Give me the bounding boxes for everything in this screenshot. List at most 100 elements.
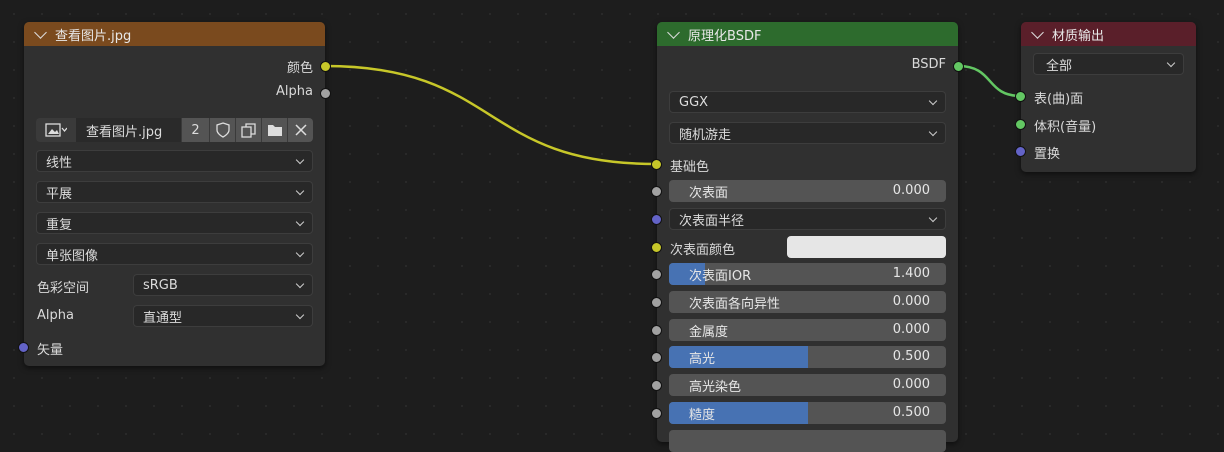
socket-alpha-output[interactable] (320, 88, 331, 99)
surface-input-label: 表(曲)面 (1034, 92, 1084, 107)
alpha-mode-dropdown[interactable]: 直通型 (133, 305, 313, 327)
subsurface-anisotropy-value: 0.000 (892, 294, 930, 309)
render-target-dropdown[interactable]: 全部 (1033, 53, 1184, 75)
subsurface-label: 次表面 (689, 185, 729, 201)
subsurface-anisotropy-label: 次表面各向异性 (689, 296, 781, 312)
unlink-image-button[interactable] (288, 118, 313, 142)
volume-input-label: 体积(音量) (1034, 120, 1097, 135)
render-target-value: 全部 (1046, 58, 1073, 74)
socket-color-output[interactable] (320, 61, 331, 72)
socket-base-color-input[interactable] (651, 159, 662, 170)
color-space-label: 色彩空间 (37, 281, 90, 296)
chevron-down-icon (295, 155, 305, 165)
chevron-down-icon (928, 127, 938, 137)
socket-vector-input[interactable] (18, 342, 29, 353)
chevron-down-icon (928, 96, 938, 106)
subsurface-radius-label: 次表面半径 (679, 213, 745, 229)
distribution-value: GGX (679, 94, 709, 110)
socket-subsurface-ior-input[interactable] (651, 269, 662, 280)
subsurface-color-label: 次表面颜色 (670, 243, 736, 258)
socket-surface-input[interactable] (1015, 91, 1026, 102)
subsurface-method-dropdown[interactable]: 随机游走 (669, 122, 946, 144)
socket-specular-input[interactable] (651, 352, 662, 363)
chevron-down-icon (295, 279, 305, 289)
specular-field[interactable]: 高光 0.500 (669, 346, 946, 368)
principled-bsdf-node[interactable]: 原理化BSDF BSDF GGX 随机游走 基础色 次表面 0.000 次表面半… (657, 22, 958, 452)
folder-icon (267, 125, 282, 136)
open-image-button[interactable] (262, 118, 288, 142)
next-property-field[interactable] (669, 430, 946, 452)
image-icon (44, 123, 67, 137)
specular-label: 高光 (689, 351, 716, 367)
image-selector[interactable]: 查看图片.jpg 2 (36, 118, 313, 142)
close-icon (294, 124, 307, 136)
socket-subsurface-radius-input[interactable] (651, 214, 662, 225)
socket-metallic-input[interactable] (651, 325, 662, 336)
material-output-node[interactable]: 材质输出 全部 表(曲)面 体积(音量) 置换 (1021, 22, 1196, 172)
subsurface-ior-label: 次表面IOR (689, 268, 752, 284)
socket-displacement-input[interactable] (1015, 146, 1026, 157)
socket-subsurface-anisotropy-input[interactable] (651, 297, 662, 308)
collapse-chevron-icon[interactable] (1031, 25, 1044, 39)
socket-roughness-input[interactable] (651, 408, 662, 419)
alpha-mode-label: Alpha (37, 308, 74, 323)
duplicate-image-button[interactable] (236, 118, 262, 142)
output-node-header[interactable]: 材质输出 (1021, 22, 1196, 46)
subsurface-ior-value: 1.400 (892, 266, 930, 281)
image-browse-button[interactable] (36, 118, 76, 142)
collapse-chevron-icon[interactable] (34, 25, 47, 39)
collapse-chevron-icon[interactable] (667, 25, 680, 39)
color-space-dropdown[interactable]: sRGB (133, 274, 313, 296)
chevron-down-icon (295, 186, 305, 196)
metallic-label: 金属度 (689, 324, 729, 340)
source-value: 单张图像 (46, 248, 99, 264)
chevron-down-icon (1166, 58, 1176, 68)
output-color-label: 颜色 (286, 61, 313, 76)
projection-dropdown[interactable]: 平展 (36, 181, 313, 203)
alpha-mode-value: 直通型 (143, 310, 183, 326)
link-bsdf-to-surface[interactable] (957, 64, 1022, 98)
output-node-title: 材质输出 (1052, 28, 1105, 44)
distribution-dropdown[interactable]: GGX (669, 91, 946, 113)
metallic-field[interactable]: 金属度 0.000 (669, 319, 946, 341)
specular-tint-value: 0.000 (892, 377, 930, 392)
subsurface-radius-dropdown[interactable]: 次表面半径 (669, 208, 946, 230)
source-dropdown[interactable]: 单张图像 (36, 243, 313, 265)
socket-bsdf-output[interactable] (953, 61, 964, 72)
fake-user-button[interactable] (210, 118, 236, 142)
subsurface-color-swatch[interactable] (787, 236, 946, 258)
roughness-label: 糙度 (689, 407, 716, 423)
link-color-to-base-color[interactable] (324, 64, 657, 166)
output-alpha-label: Alpha (276, 84, 313, 99)
projection-value: 平展 (46, 186, 73, 202)
subsurface-method-value: 随机游走 (679, 127, 732, 143)
image-texture-node[interactable]: 查看图片.jpg 颜色 Alpha 查看图片.jpg 2 线性 平展 重复 单张… (24, 22, 325, 366)
roughness-field[interactable]: 糙度 0.500 (669, 402, 946, 424)
subsurface-field[interactable]: 次表面 0.000 (669, 180, 946, 202)
bsdf-node-header[interactable]: 原理化BSDF (657, 22, 958, 46)
metallic-value: 0.000 (892, 322, 930, 337)
socket-subsurface-input[interactable] (651, 186, 662, 197)
image-node-header[interactable]: 查看图片.jpg (24, 22, 325, 46)
extension-dropdown[interactable]: 重复 (36, 212, 313, 234)
chevron-down-icon (295, 310, 305, 320)
socket-volume-input[interactable] (1015, 119, 1026, 130)
bsdf-node-title: 原理化BSDF (688, 28, 762, 44)
chevron-down-icon (295, 248, 305, 258)
subsurface-anisotropy-field[interactable]: 次表面各向异性 0.000 (669, 291, 946, 313)
chevron-down-icon (928, 213, 938, 223)
interpolation-dropdown[interactable]: 线性 (36, 150, 313, 172)
specular-tint-field[interactable]: 高光染色 0.000 (669, 374, 946, 396)
specular-tint-label: 高光染色 (689, 379, 742, 395)
specular-value: 0.500 (892, 349, 930, 364)
base-color-label: 基础色 (670, 160, 710, 175)
chevron-down-icon (295, 217, 305, 227)
interpolation-value: 线性 (46, 155, 73, 171)
output-bsdf-label: BSDF (911, 57, 946, 72)
image-users-count[interactable]: 2 (182, 118, 210, 142)
displacement-input-label: 置换 (1034, 147, 1061, 162)
image-name-field[interactable]: 查看图片.jpg (76, 118, 182, 142)
socket-specular-tint-input[interactable] (651, 380, 662, 391)
subsurface-ior-field[interactable]: 次表面IOR 1.400 (669, 263, 946, 285)
socket-subsurface-color-input[interactable] (651, 242, 662, 253)
